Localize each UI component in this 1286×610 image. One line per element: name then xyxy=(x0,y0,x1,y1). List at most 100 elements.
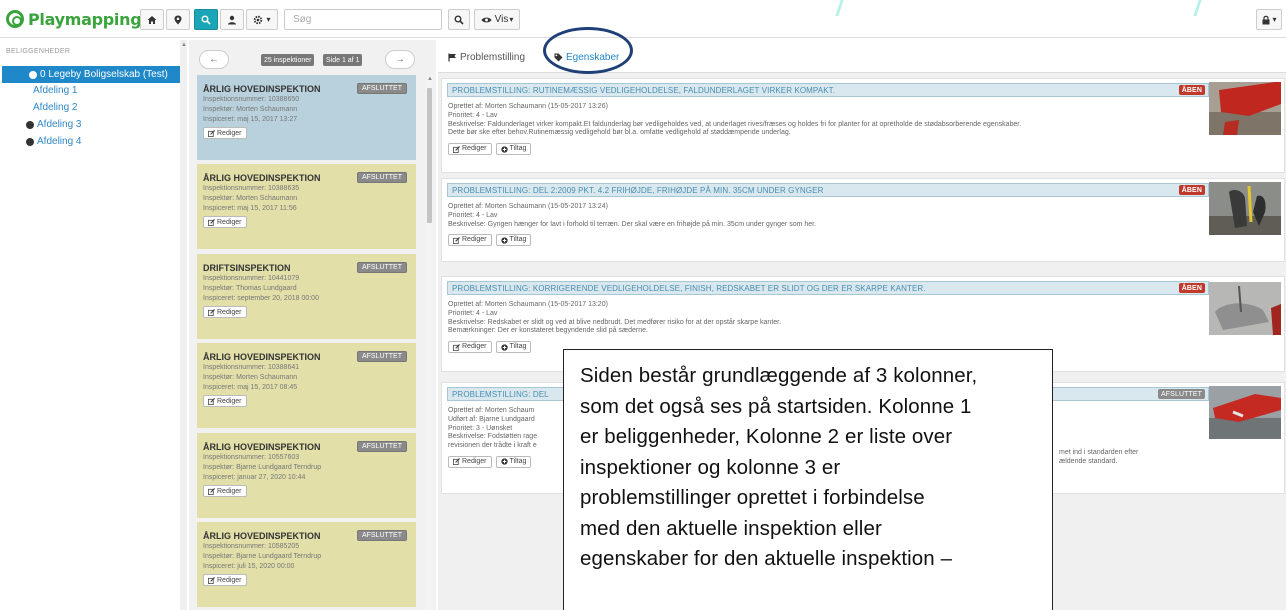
location-dot-icon xyxy=(29,70,37,79)
problem-title-bar[interactable]: PROBLEMSTILLING: RUTINEMÆSSIG VEDLIGEHOL… xyxy=(447,83,1209,97)
edit-button[interactable]: Rediger xyxy=(448,455,492,468)
edit-button[interactable]: Rediger xyxy=(203,306,247,318)
location-label: Afdeling 3 xyxy=(37,119,82,130)
scroll-up-icon[interactable]: ▲ xyxy=(427,76,433,82)
add-action-button[interactable]: Tiltag xyxy=(495,341,532,354)
edit-icon xyxy=(208,218,215,226)
account-menu-button[interactable]: ▾ xyxy=(1256,9,1282,30)
location-label: Afdeling 4 xyxy=(37,136,82,147)
location-dot-icon xyxy=(26,137,34,146)
top-navbar: Playmapping ▾ Vis ▾ ▾ xyxy=(0,0,1286,38)
callout-line: inspektioner og kolonne 3 er xyxy=(580,455,841,479)
search-input[interactable] xyxy=(284,9,442,30)
brand-logo[interactable]: Playmapping xyxy=(6,9,142,29)
scroll-up-icon[interactable]: ▲ xyxy=(181,42,187,48)
problem-description: Dette bør ske efter behov.Rutinemæssig v… xyxy=(448,129,791,137)
decorative-stroke xyxy=(835,0,844,16)
inspection-number: Inspektionsnummer: 10441079 xyxy=(203,275,300,282)
status-badge: ÅBEN xyxy=(1178,85,1205,95)
problem-body: Oprettet af: Morten Schaumann (15-05-201… xyxy=(448,103,1210,156)
location-item-selected[interactable]: 0 Legeby Boligselskab (Test) xyxy=(2,66,180,83)
location-item[interactable]: Afdeling 1 xyxy=(33,85,77,96)
edit-button[interactable]: Rediger xyxy=(203,127,247,139)
edit-label: Rediger xyxy=(217,308,242,316)
problem-priority: Prioritet: 4 - Lav xyxy=(448,111,498,119)
tab-problems[interactable]: Problemstilling xyxy=(448,52,525,63)
edit-icon xyxy=(208,487,215,495)
location-item[interactable]: Afdeling 3 xyxy=(26,119,81,130)
flag-icon xyxy=(448,53,456,62)
problem-description: Beskrivelse: Faldunderlaget virker kompa… xyxy=(448,120,1022,128)
search-submit-button[interactable] xyxy=(448,9,470,30)
photo-footrest-icon xyxy=(1209,386,1281,439)
callout-line: er beliggenheder, Kolonne 2 er liste ove… xyxy=(580,425,953,448)
problem-title: PROBLEMSTILLING: RUTINEMÆSSIG VEDLIGEHOL… xyxy=(452,85,836,95)
add-action-button[interactable]: Tiltag xyxy=(495,234,532,247)
problem-photo[interactable] xyxy=(1209,282,1281,335)
locations-scrollbar[interactable]: ▲ xyxy=(180,40,187,610)
inspection-card[interactable]: ÅRLIG HOVEDINSPEKTION AFSLUTTET Inspekti… xyxy=(197,522,416,607)
edit-label: Rediger xyxy=(217,576,242,584)
problem-photo[interactable] xyxy=(1209,386,1281,439)
previous-page-button[interactable]: ← xyxy=(199,50,229,69)
problem-description: ældende standard. xyxy=(1059,457,1118,465)
location-item[interactable]: Afdeling 2 xyxy=(33,102,77,113)
scrollbar-thumb[interactable] xyxy=(427,88,432,223)
inspection-number: Inspektionsnummer: 10585205 xyxy=(203,543,300,550)
inspections-scrollbar[interactable]: ▲ xyxy=(426,74,433,610)
view-dropdown[interactable]: Vis ▾ xyxy=(474,9,520,30)
inspection-card[interactable]: ÅRLIG HOVEDINSPEKTION AFSLUTTET Inspekti… xyxy=(197,343,416,428)
edit-button[interactable]: Rediger xyxy=(203,216,247,228)
edit-button[interactable]: Rediger xyxy=(203,395,247,407)
edit-label: Rediger xyxy=(462,342,487,350)
inspection-inspector: Inspektør: Thomas Lundgaard xyxy=(203,285,297,292)
status-badge: ÅBEN xyxy=(1178,185,1205,195)
search-icon xyxy=(454,15,464,25)
edit-label: Rediger xyxy=(217,129,242,137)
inspection-card[interactable]: ÅRLIG HOVEDINSPEKTION AFSLUTTET Inspekti… xyxy=(197,433,416,518)
edit-label: Rediger xyxy=(217,397,242,405)
edit-label: Rediger xyxy=(462,144,487,152)
add-action-button[interactable]: Tiltag xyxy=(495,455,532,468)
status-badge: AFSLUTTET xyxy=(356,83,407,94)
search-mode-button[interactable] xyxy=(194,9,218,30)
inspections-column: ← 25 inspektioner Side 1 af 1 → ÅRLIG HO… xyxy=(189,40,436,610)
edit-button[interactable]: Rediger xyxy=(203,485,247,497)
edit-icon xyxy=(453,343,460,351)
inspection-inspector: Inspektør: Morten Schaumann xyxy=(203,195,298,202)
add-action-label: Tiltag xyxy=(509,457,527,465)
problem-card: PROBLEMSTILLING: DEL 2:2009 PKT. 4.2 FRI… xyxy=(441,178,1285,262)
locations-column: BELIGGENHEDER 0 Legeby Boligselskab (Tes… xyxy=(0,40,187,610)
inspection-date: Inspiceret: juli 15, 2020 00:00 xyxy=(203,563,295,570)
edit-icon xyxy=(453,458,460,466)
settings-dropdown[interactable]: ▾ xyxy=(246,9,278,30)
map-button[interactable] xyxy=(166,9,190,30)
callout-line: som det også ses på startsiden. Kolonne … xyxy=(580,394,972,418)
problem-photo[interactable] xyxy=(1209,82,1281,135)
location-item[interactable]: Afdeling 4 xyxy=(26,136,81,147)
problem-card: PROBLEMSTILLING: RUTINEMÆSSIG VEDLIGEHOL… xyxy=(441,78,1285,173)
next-page-button[interactable]: → xyxy=(385,50,415,69)
plus-circle-icon xyxy=(500,344,508,351)
problem-body: Oprettet af: Morten Schaumann (15-05-201… xyxy=(448,203,1210,247)
edit-button[interactable]: Rediger xyxy=(448,234,492,247)
user-icon xyxy=(228,15,236,24)
problem-description-tail: met ind i standarden efter ældende stand… xyxy=(1059,449,1138,467)
add-action-button[interactable]: Tiltag xyxy=(495,143,532,156)
edit-button[interactable]: Rediger xyxy=(448,143,492,156)
plus-circle-icon xyxy=(500,458,508,466)
edit-button[interactable]: Rediger xyxy=(448,341,492,354)
edit-icon xyxy=(208,576,215,584)
location-label: 0 Legeby Boligselskab (Test) xyxy=(40,69,168,80)
status-badge: ÅBEN xyxy=(1178,283,1205,293)
problem-title-bar[interactable]: PROBLEMSTILLING: DEL 2:2009 PKT. 4.2 FRI… xyxy=(447,183,1209,197)
inspection-card-selected[interactable]: ÅRLIG HOVEDINSPEKTION AFSLUTTET Inspekti… xyxy=(197,75,416,160)
edit-button[interactable]: Rediger xyxy=(203,574,247,586)
edit-icon xyxy=(208,397,215,405)
user-button[interactable] xyxy=(220,9,244,30)
inspection-card[interactable]: ÅRLIG HOVEDINSPEKTION AFSLUTTET Inspekti… xyxy=(197,164,416,249)
problem-photo[interactable] xyxy=(1209,182,1281,235)
problem-title-bar[interactable]: PROBLEMSTILLING: KORRIGERENDE VEDLIGEHOL… xyxy=(447,281,1209,295)
home-button[interactable] xyxy=(140,9,164,30)
inspection-card[interactable]: DRIFTSINSPEKTION AFSLUTTET Inspektionsnu… xyxy=(197,254,416,339)
